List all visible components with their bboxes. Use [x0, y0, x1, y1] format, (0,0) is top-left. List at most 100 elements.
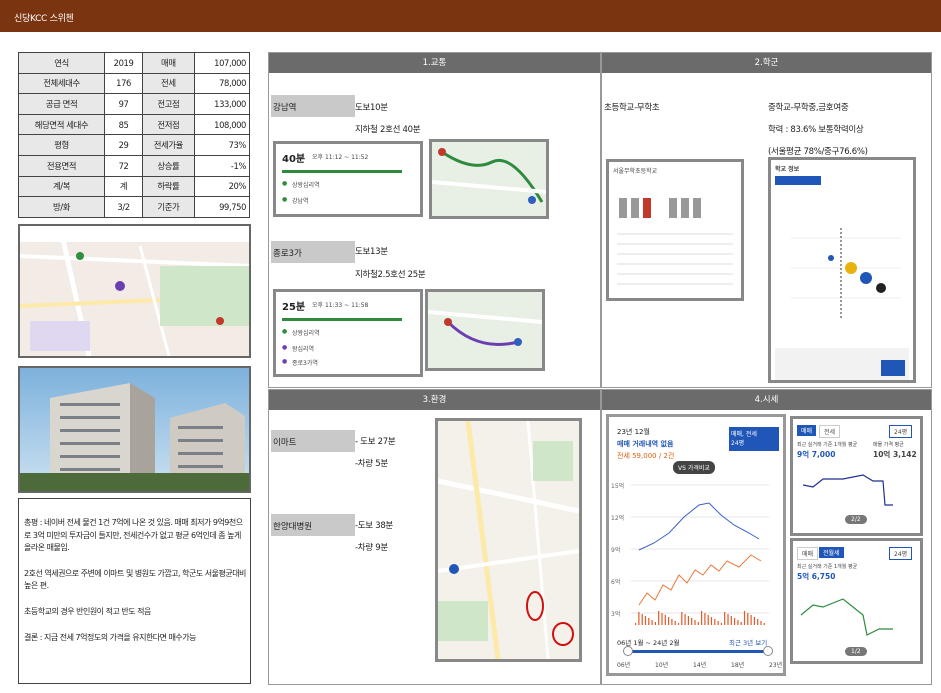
- hospital-walk: -도보 38분: [355, 521, 393, 531]
- info-value: 29: [104, 134, 144, 156]
- volume-bar: [691, 618, 693, 625]
- volume-bar: [747, 613, 749, 625]
- gangnam-walk: 도보10분: [355, 103, 388, 113]
- info-label: 상승률: [142, 154, 195, 177]
- volume-bar: [658, 611, 660, 625]
- y-tick-label: 6억: [611, 578, 620, 586]
- volume-bar: [760, 621, 762, 625]
- side2-tab-jeonse[interactable]: 전월세: [819, 547, 844, 558]
- side2-value: 5억 6,750: [797, 572, 836, 581]
- compare-button[interactable]: VS 가격비교: [673, 461, 715, 474]
- info-value: 85: [104, 113, 144, 136]
- volume-bar: [694, 620, 696, 625]
- price-toggle-button[interactable]: 매매, 전세 24평: [729, 427, 779, 451]
- volume-bar: [753, 617, 755, 625]
- side2-tab-sale[interactable]: 매매: [797, 547, 819, 560]
- volume-bar: [651, 620, 653, 625]
- summary-location: 2호선 역세권으로 주변에 이마트 및 병원도 가깝고, 학군도 서울평균대비 …: [24, 568, 246, 591]
- info-label: 전저점: [142, 113, 195, 136]
- jongno-route-map: [425, 289, 545, 371]
- jeonse-price-card: 매매 전월세 24평 최근 실거래 기준 1개월 평균 5억 6,750 1/2: [790, 538, 923, 664]
- y-tick-label: 15억: [611, 482, 624, 490]
- apartment-info-table: 연식 2019 매매 107,000 전체세대수 176 전세 78,000 공급 면적 97 전고…: [17, 52, 251, 218]
- volume-bar: [681, 612, 683, 625]
- gangnam-map-svg: [432, 148, 546, 204]
- line2-icon: ●: [282, 180, 288, 187]
- environment-panel: 3.환경 이마트 - 도보 27분 -차량 5분 한양대병원 -도보 38분 -…: [268, 389, 601, 685]
- volume-bar: [697, 622, 699, 625]
- volume-bar: [661, 613, 663, 625]
- jongno-card-stop2: 왕십리역: [292, 346, 315, 353]
- range-tick-label: 18년: [731, 662, 745, 669]
- y-tick-label: 3억: [611, 610, 620, 618]
- info-label: 공급 면적: [17, 93, 106, 115]
- range-slider[interactable]: [627, 650, 767, 653]
- range-handle-end[interactable]: [763, 646, 773, 656]
- price-subtitle: 매매 거래내역 없음: [617, 440, 674, 448]
- info-row: 해당면적 세대수 85 전저점 108,000: [17, 113, 251, 136]
- env-item-emart: 이마트: [271, 430, 355, 452]
- side1-value2: 10억 3,142: [873, 450, 917, 459]
- page-header: 신당KCC 스위첸: [0, 0, 941, 32]
- summary-overview: 총평 : 네이버 전세 물건 1건 7억에 나온 것 있음. 매매 최저가 9억…: [24, 518, 243, 553]
- gangnam-card-stop2: 강남역: [292, 198, 309, 205]
- hospital-car: -차량 9분: [355, 543, 388, 553]
- info-label: 방/화: [17, 196, 106, 218]
- info-label: 전체세대수: [17, 72, 106, 95]
- environment-panel-title: 3.환경: [269, 390, 600, 410]
- jeonse-price-line: [638, 554, 762, 606]
- info-value: 108,000: [193, 113, 251, 136]
- info-value: 계: [104, 175, 144, 198]
- info-row: 평형 29 전세가율 73%: [17, 134, 251, 156]
- recent-3y-button[interactable]: 최근 3년 보기: [729, 637, 767, 647]
- info-label: 계/복: [17, 175, 106, 198]
- volume-bar: [737, 620, 739, 625]
- y-tick-label: 9억: [611, 546, 620, 554]
- volume-bar: [714, 619, 716, 625]
- range-tick-label: 10년: [655, 662, 669, 669]
- volume-bar: [674, 621, 676, 625]
- range-ticks: 06년 10년 14년 18년 23년: [617, 660, 782, 670]
- jongno-progress-bar: [282, 318, 402, 321]
- info-label: 전고점: [142, 93, 195, 115]
- info-value: 73%: [193, 134, 251, 156]
- volume-bar: [668, 617, 670, 625]
- side2-mini-chart: [800, 598, 893, 636]
- volume-bar: [684, 614, 686, 625]
- emart-walk: - 도보 27분: [355, 437, 396, 447]
- jongno-route: 지하철2.5호선 25분: [355, 270, 426, 280]
- volume-bar: [757, 619, 759, 625]
- info-label: 하락률: [142, 175, 195, 198]
- line2-icon: ●: [282, 328, 288, 335]
- info-row: 연식 2019 매매 107,000: [17, 52, 251, 74]
- price-toggle-label: 매매, 전세: [731, 431, 757, 438]
- side1-size-select[interactable]: 24평: [889, 425, 913, 438]
- jongno-walk: 도보13분: [355, 247, 388, 257]
- range-tick-label: 14년: [693, 662, 707, 669]
- info-value: 97: [104, 93, 144, 115]
- info-row: 방/화 3/2 기준가 99,750: [17, 196, 251, 218]
- summary-school: 초등학교의 경우 반인원이 적고 반도 적음: [24, 606, 151, 616]
- side1-page: 2/2: [845, 515, 867, 524]
- range-handle-start[interactable]: [623, 646, 633, 656]
- side2-size-select[interactable]: 24평: [889, 547, 913, 560]
- price-line-chart: 15억 12억 9억 6억 3억: [611, 482, 769, 625]
- info-value: 133,000: [193, 93, 251, 115]
- side1-tab-jeonse[interactable]: 전세: [819, 425, 841, 438]
- volume-bar: [740, 622, 742, 625]
- volume-bar: [710, 617, 713, 625]
- jongno-card-time: 25분: [282, 302, 306, 313]
- price-panel: 4.시세 23년 12월 매매 거래내역 없음 전세 59,000 / 2건 매…: [601, 389, 932, 685]
- info-value: 3/2: [104, 196, 144, 218]
- line5-icon: ●: [282, 344, 288, 351]
- elementary-card-title: 서울무학초등학교: [613, 168, 658, 175]
- side1-tab-sale[interactable]: 매매: [797, 425, 817, 436]
- volume-bar: [707, 615, 709, 625]
- volume-bar: [717, 621, 719, 625]
- middle-school-card: 학교 정보: [768, 157, 916, 383]
- school-panel: 2.학군 초등학교-무학초 중학교-무학중,금호여중 학력 : 83.6% 보통…: [601, 52, 932, 388]
- middle-card-scatter: [775, 228, 909, 380]
- volume-bar: [763, 623, 765, 625]
- volume-bar: [730, 616, 732, 625]
- summary-conclusion: 결론 : 지금 전세 7억정도의 가격을 유지한다면 매수가능: [24, 632, 197, 642]
